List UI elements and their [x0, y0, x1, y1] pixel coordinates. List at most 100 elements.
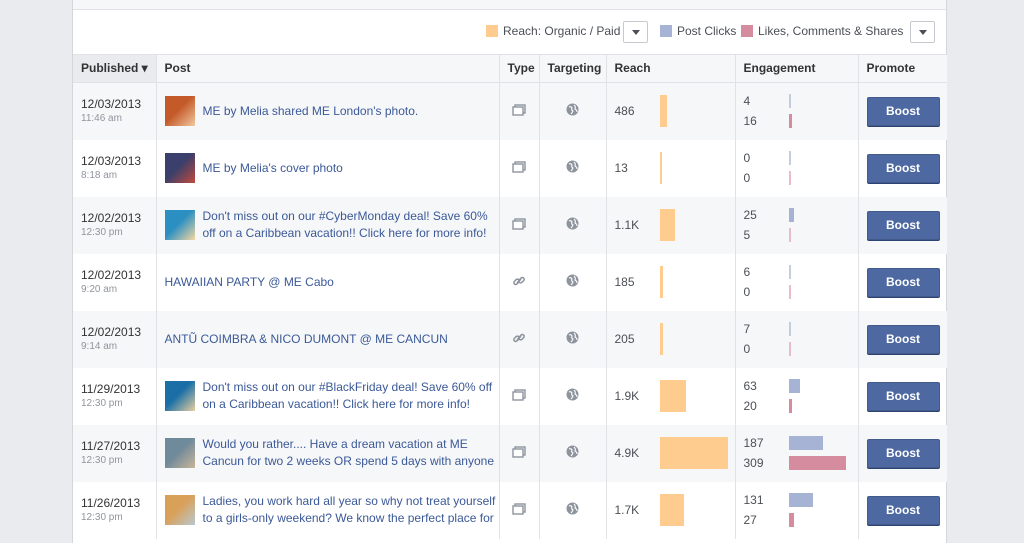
table-row: 11/29/2013 12:30 pm Don't miss out on ou… [73, 367, 947, 425]
boost-button[interactable]: Boost [866, 438, 940, 468]
post-link[interactable]: ME by Melia's cover photo [203, 160, 343, 177]
post-link[interactable]: ANTŨ COIMBRA & NICO DUMONT @ ME CANCUN [165, 331, 448, 348]
legend-post-clicks-label: Post Clicks [677, 24, 737, 38]
reach-cell: 4.9K [606, 424, 736, 482]
post-time: 12:30 pm [81, 454, 123, 466]
promote-cell: Boost [858, 482, 947, 539]
targeting-cell [539, 139, 607, 197]
globe-icon [566, 217, 579, 233]
link-icon [512, 276, 526, 291]
boost-button[interactable]: Boost [866, 267, 940, 297]
globe-icon [566, 103, 579, 119]
reach-bar [659, 323, 663, 355]
likes-bar [788, 456, 846, 470]
boost-button[interactable]: Boost [866, 324, 940, 354]
reach-bar [659, 209, 675, 241]
boost-button[interactable]: Boost [866, 96, 940, 126]
posts-table: Published ▾ Post Type Targeting Reach En… [73, 55, 947, 539]
post-time: 12:30 pm [81, 511, 123, 523]
boost-button[interactable]: Boost [866, 210, 940, 240]
legend-likes-label: Likes, Comments & Shares [758, 24, 904, 38]
post-clicks-value: 6 [743, 265, 751, 279]
post-link[interactable]: Don't miss out on our #BlackFriday deal!… [203, 379, 499, 413]
post-date: 12/03/2013 [81, 96, 142, 111]
table-row: 11/26/2013 12:30 pm Ladies, you work har… [73, 481, 947, 539]
targeting-cell [539, 424, 607, 482]
engagement-dropdown[interactable] [910, 21, 935, 43]
published-cell: 12/02/2013 9:14 am [73, 310, 157, 368]
reach-value: 4.9K [614, 446, 640, 460]
engagement-cell: 4 16 [735, 82, 859, 140]
legend-reach-label: Reach: Organic / Paid [503, 24, 621, 38]
post-date: 12/03/2013 [81, 153, 142, 168]
post-thumbnail[interactable] [164, 438, 195, 468]
post-thumbnail[interactable] [164, 381, 195, 411]
targeting-cell [539, 310, 607, 368]
reach-value: 1.9K [614, 389, 640, 403]
post-link[interactable]: ME by Melia shared ME London's photo. [203, 103, 419, 120]
photo-icon [512, 502, 526, 518]
likes-bar [788, 228, 791, 242]
likes-swatch [741, 25, 753, 37]
post-link[interactable]: Ladies, you work hard all year so why no… [203, 493, 499, 527]
published-cell: 12/03/2013 11:46 am [73, 82, 157, 140]
globe-icon [566, 502, 579, 518]
globe-icon [566, 160, 579, 176]
post-cell: ME by Melia shared ME London's photo. [156, 82, 500, 140]
promote-cell: Boost [858, 140, 947, 197]
post-thumbnail[interactable] [164, 495, 195, 525]
globe-icon [566, 331, 579, 347]
type-cell [499, 367, 540, 425]
post-link[interactable]: Don't miss out on our #CyberMonday deal!… [203, 208, 499, 242]
published-cell: 12/03/2013 8:18 am [73, 139, 157, 197]
photo-icon [512, 160, 526, 176]
reach-value: 185 [614, 275, 635, 289]
post-thumbnail[interactable] [164, 210, 195, 240]
type-cell [499, 481, 540, 539]
post-date: 11/27/2013 [81, 438, 141, 453]
post-time: 8:18 am [81, 169, 118, 181]
engagement-cell: 6 0 [735, 253, 859, 311]
reach-value: 1.1K [614, 218, 640, 232]
likes-value: 309 [743, 456, 764, 470]
post-clicks-bar [788, 151, 791, 165]
reach-swatch [486, 25, 498, 37]
promote-cell: Boost [858, 368, 947, 425]
published-cell: 12/02/2013 9:20 am [73, 253, 157, 311]
boost-button[interactable]: Boost [866, 381, 940, 411]
post-cell: ANTŨ COIMBRA & NICO DUMONT @ ME CANCUN [156, 310, 500, 368]
post-cell: Would you rather.... Have a dream vacati… [156, 424, 500, 482]
likes-bar [788, 171, 791, 185]
published-cell: 11/27/2013 12:30 pm [73, 424, 157, 482]
reach-cell: 1.9K [606, 367, 736, 425]
reach-bar [659, 494, 684, 526]
promote-cell: Boost [858, 82, 947, 140]
post-thumbnail[interactable] [164, 153, 195, 183]
post-thumbnail[interactable] [164, 96, 195, 126]
photo-icon [512, 388, 526, 404]
post-cell: HAWAIIAN PARTY @ ME Cabo [156, 253, 500, 311]
published-cell: 11/26/2013 12:30 pm [73, 481, 157, 539]
post-clicks-value: 63 [743, 379, 757, 393]
post-clicks-value: 7 [743, 322, 751, 336]
col-published[interactable]: Published ▾ [73, 55, 157, 83]
targeting-cell [539, 82, 607, 140]
post-date: 12/02/2013 [81, 267, 142, 282]
globe-icon [566, 445, 579, 461]
promote-cell: Boost [858, 310, 947, 368]
reach-cell: 1.7K [606, 481, 736, 539]
post-clicks-value: 0 [743, 151, 751, 165]
boost-button[interactable]: Boost [866, 153, 940, 183]
type-cell [499, 139, 540, 197]
promote-cell: Boost [858, 254, 947, 311]
col-promote: Promote [858, 55, 947, 83]
globe-icon [566, 274, 579, 290]
post-link[interactable]: HAWAIIAN PARTY @ ME Cabo [165, 274, 334, 291]
post-link[interactable]: Would you rather.... Have a dream vacati… [203, 436, 499, 470]
col-type: Type [499, 55, 540, 83]
reach-dropdown[interactable] [623, 21, 648, 43]
reach-bar [659, 380, 686, 412]
reach-bar [659, 437, 728, 469]
boost-button[interactable]: Boost [866, 495, 940, 525]
post-clicks-value: 187 [743, 436, 764, 450]
